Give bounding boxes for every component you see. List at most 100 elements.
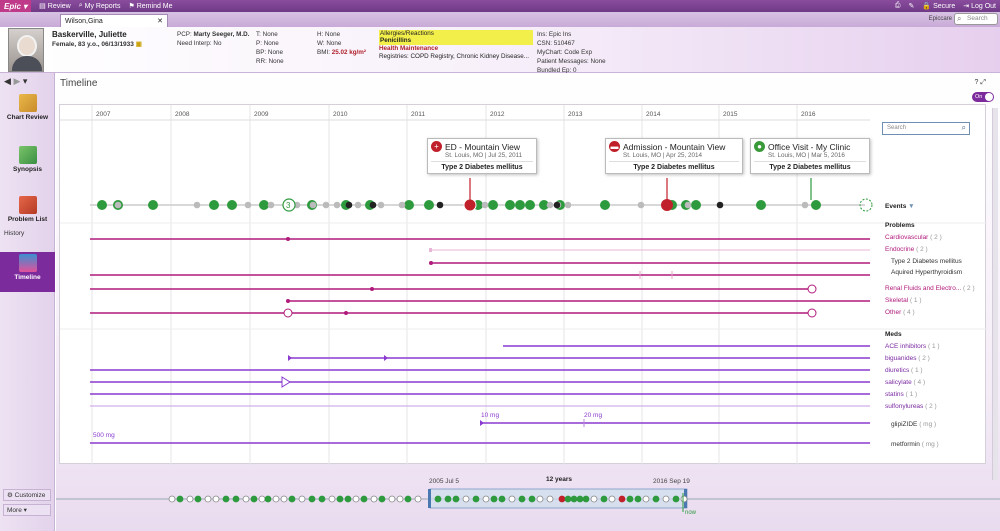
pcp-column: PCP: Marty Seeger, M.D. Need Interp: No bbox=[177, 30, 249, 48]
dose-label: 20 mg bbox=[584, 412, 602, 419]
navigator-start-label: 2005 Jul 5 bbox=[429, 478, 459, 485]
events-label[interactable]: Events ▼ bbox=[885, 203, 915, 210]
timeline-search-input[interactable]: Search ⌕ bbox=[882, 122, 970, 135]
timeline-activity: Timeline ? ⤢ On 2007 2008 2009 2010 2011 2012… bbox=[56, 73, 1000, 531]
navigator-encounter-marker bbox=[250, 495, 258, 503]
help-icon[interactable]: ? bbox=[975, 79, 979, 86]
back-arrow-icon[interactable]: ◀ bbox=[4, 76, 11, 86]
encounter-marker bbox=[564, 201, 572, 209]
allergies-title: Allergies/Reactions bbox=[380, 30, 434, 37]
encounter-popup-office-visit[interactable]: ● Office Visit - My Clinic St. Louis, MO … bbox=[750, 138, 870, 174]
secure-label: Secure bbox=[933, 3, 956, 10]
lock-icon: 🔒 bbox=[922, 3, 932, 10]
toggle-label: On bbox=[975, 94, 983, 100]
med-sulfonylureas[interactable]: sulfonylureas ( 2 ) bbox=[885, 403, 937, 410]
problem-sub-item[interactable]: Aquired Hyperthyroidism bbox=[891, 269, 962, 276]
med-statins[interactable]: statins ( 1 ) bbox=[885, 391, 917, 398]
encounter-marker bbox=[398, 201, 406, 209]
events-label-text: Events bbox=[885, 203, 907, 210]
encounter-marker bbox=[488, 200, 498, 210]
patient-name[interactable]: Baskerville, Juliette bbox=[52, 30, 127, 39]
help-tools: ? ⤢ bbox=[975, 79, 986, 87]
navigator-encounter-marker bbox=[528, 495, 536, 503]
note-icon: ▣ bbox=[135, 41, 142, 48]
med-name: ACE inhibitors bbox=[885, 343, 927, 350]
timeline-search-placeholder: Search bbox=[887, 125, 907, 131]
navigator-encounter-marker bbox=[272, 495, 280, 503]
navigator-encounter-marker bbox=[242, 495, 250, 503]
encounter-marker bbox=[333, 201, 341, 209]
filter-icon[interactable]: ▼ bbox=[908, 203, 914, 210]
problem-skeletal[interactable]: Skeletal ( 1 ) bbox=[885, 297, 922, 304]
navigator-encounter-marker bbox=[490, 495, 498, 503]
log-out-button[interactable]: ⇥ Log Out bbox=[963, 2, 996, 10]
global-search-input[interactable]: ⌕ Search bbox=[954, 13, 998, 25]
problem-cardiovascular[interactable]: Cardiovascular ( 2 ) bbox=[885, 234, 942, 241]
print-icon[interactable]: ⎙ bbox=[895, 2, 901, 10]
remind-me-button[interactable]: ⚑ Remind Me bbox=[128, 2, 172, 11]
timeline-toggle[interactable]: On bbox=[972, 92, 994, 102]
med-count: ( 4 ) bbox=[913, 379, 926, 386]
med-sub-glipizide[interactable]: glipiZIDE ( mg ) bbox=[891, 421, 936, 428]
vertical-scrollbar[interactable] bbox=[992, 108, 998, 480]
med-biguanides[interactable]: biguanides ( 2 ) bbox=[885, 355, 930, 362]
more-button[interactable]: More ▾ bbox=[3, 504, 51, 516]
problem-name: Renal Fluids and Electro... bbox=[885, 285, 962, 292]
med-sub-metformin[interactable]: metformin ( mg ) bbox=[891, 441, 939, 448]
encounter-marker bbox=[193, 201, 201, 209]
problem-resolved-marker bbox=[807, 284, 817, 294]
problem-other[interactable]: Other ( 4 ) bbox=[885, 309, 915, 316]
flag-icon: ⚑ bbox=[128, 3, 135, 10]
med-diuretics[interactable]: diuretics ( 1 ) bbox=[885, 367, 923, 374]
timeline-navigator[interactable]: 2005 Jul 5 12 years 2016 Sep 19 now bbox=[56, 468, 1000, 528]
problem-count: ( 2 ) bbox=[963, 285, 975, 292]
health-maintenance-title: Health Maintenance bbox=[379, 45, 439, 52]
sidebar-item-timeline[interactable]: Timeline bbox=[0, 252, 55, 292]
sidebar-item-label: Chart Review bbox=[6, 114, 49, 121]
patient-tab[interactable]: Wilson,Gina ✕ bbox=[60, 14, 168, 27]
navigator-encounter-marker bbox=[344, 495, 352, 503]
popout-icon[interactable]: ⤢ bbox=[980, 79, 986, 86]
med-ace-inhibitors[interactable]: ACE inhibitors ( 1 ) bbox=[885, 343, 940, 350]
year-tick-label: 2016 bbox=[801, 111, 816, 118]
med-salicylate[interactable]: salicylate ( 4 ) bbox=[885, 379, 925, 386]
encounter-marker bbox=[481, 201, 489, 209]
problem-renal[interactable]: Renal Fluids and Electro... ( 2 ) bbox=[885, 285, 975, 292]
forward-arrow-icon[interactable]: ▶ bbox=[13, 76, 20, 86]
pcp-name[interactable]: Marty Seeger, M.D. bbox=[193, 31, 249, 38]
problem-count: ( 2 ) bbox=[930, 234, 942, 241]
secure-button[interactable]: 🔒 Secure bbox=[922, 2, 955, 10]
vitals-column-1: T: None P: None BP: None RR: None bbox=[256, 30, 284, 66]
close-icon[interactable]: ✕ bbox=[157, 17, 163, 25]
chevron-down-icon[interactable]: ▾ bbox=[23, 76, 28, 86]
med-count: ( 1 ) bbox=[928, 343, 940, 350]
sidebar-item-chart-review[interactable]: Chart Review bbox=[0, 92, 55, 132]
vital-rr: RR: None bbox=[256, 58, 284, 65]
year-tick-label: 2012 bbox=[490, 111, 505, 118]
patient-tab-row: Wilson,Gina ✕ Epiccare ⌕ Search bbox=[0, 12, 1000, 27]
customize-button[interactable]: ⚙ Customize bbox=[3, 489, 51, 501]
health-maintenance[interactable]: Health Maintenance Registries: COPD Regi… bbox=[379, 45, 529, 61]
allergies-value: Penicillins bbox=[380, 37, 412, 44]
wrench-icon[interactable]: ✎ bbox=[909, 2, 915, 10]
navigator-encounter-marker bbox=[168, 495, 176, 503]
navigator-encounter-marker bbox=[258, 495, 266, 503]
sidebar-item-history[interactable]: History bbox=[4, 230, 24, 237]
encounter-popup-ed[interactable]: + ED - Mountain View St. Louis, MO | Jul … bbox=[427, 138, 537, 174]
encounter-popup-admission[interactable]: ▬ Admission - Mountain View St. Louis, MO… bbox=[605, 138, 743, 174]
problem-sub-item[interactable]: Type 2 Diabetes mellitus bbox=[891, 258, 962, 265]
sidebar-item-problem-list[interactable]: Problem List bbox=[0, 194, 55, 234]
navigator-encounter-marker bbox=[576, 495, 584, 503]
review-button[interactable]: ▤ Review bbox=[39, 2, 71, 11]
sidebar-item-synopsis[interactable]: Synopsis bbox=[0, 144, 55, 184]
meds-section-title: Meds bbox=[885, 331, 902, 338]
navigator-encounter-marker bbox=[280, 495, 288, 503]
allergies-box[interactable]: Allergies/Reactions Penicillins bbox=[379, 30, 533, 45]
navigator-encounter-marker bbox=[582, 495, 590, 503]
problem-event-marker bbox=[286, 299, 290, 303]
epic-menu-button[interactable]: Epic ▾ bbox=[0, 0, 32, 12]
encounter-marker bbox=[546, 201, 554, 209]
my-reports-button[interactable]: ⌕ My Reports bbox=[79, 2, 121, 10]
encounter-marker-admission bbox=[661, 199, 673, 211]
problem-endocrine[interactable]: Endocrine ( 2 ) bbox=[885, 246, 928, 253]
